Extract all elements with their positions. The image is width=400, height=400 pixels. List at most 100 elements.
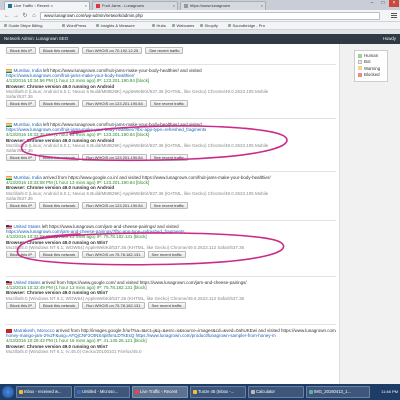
page-content: Block this IP Block this network Run WHOIS…: [0, 44, 400, 384]
run-whois-button[interactable]: Run WHOIS on 123.201.190.84: [82, 154, 147, 162]
close-window-icon[interactable]: ×: [389, 0, 399, 7]
chrome-icon: [134, 390, 139, 394]
bookmark-item[interactable]: Webcams: [172, 22, 194, 29]
bookmark-item[interactable]: Insights & Measure: [96, 22, 135, 29]
taskbar-item[interactable]: Live Traffic ‹ Recent: [132, 386, 188, 398]
traffic-entry: Marrakesh, Morocco arrived from http://i…: [6, 328, 336, 354]
window-controls: – □ ×: [367, 0, 399, 8]
legend-item: Blocked: [358, 72, 384, 78]
bookmark-item[interactable]: Shopify: [200, 22, 218, 29]
country-flag-icon: [6, 328, 12, 333]
entry-divider: [6, 276, 336, 277]
bookmark-icon: [200, 24, 203, 27]
admin-bar-user[interactable]: Howdy: [383, 34, 396, 44]
see-recent-traffic-button[interactable]: See recent traffic: [147, 250, 186, 258]
user-agent-string: Mozilla/5.0 (Windows NT 6.1; WOW64) Appl…: [6, 244, 245, 250]
taskbar-item[interactable]: Tunze 45 (Inbox -...: [190, 386, 246, 398]
traffic-entry: Mumbai, India left https://www.lunagrown…: [6, 122, 336, 162]
block-network-button[interactable]: Block this network: [39, 47, 80, 54]
home-icon[interactable]: ⌂: [30, 12, 38, 20]
forward-icon[interactable]: →: [12, 12, 20, 20]
close-tab-icon[interactable]: ×: [173, 3, 175, 8]
taskbar-item[interactable]: Inbox - received w...: [16, 386, 72, 398]
see-recent-traffic-button[interactable]: See recent traffic: [147, 301, 186, 309]
run-whois-button[interactable]: Run WHOIS on 75.78.182.131: [82, 250, 145, 258]
bookmark-icon: [62, 24, 65, 27]
live-traffic-list: Block this IP Block this network Run WHOIS…: [0, 44, 340, 384]
traffic-entry: Block this IP Block this network Run WHOIS…: [6, 46, 336, 55]
tab-live-traffic[interactable]: Live Traffic ‹ Recent × ×: [4, 1, 90, 10]
traffic-entry: Mumbai, India left https://www.lunagrown…: [6, 68, 336, 108]
user-agent-string: Safari/537.36: [6, 93, 33, 99]
navigation-bar: ← → ↻ ⌂ www.lunagrown.com/wp-admin/netwo…: [0, 10, 400, 22]
block-network-button[interactable]: Block this network: [39, 154, 80, 162]
traffic-actions: Block this IP Block this network Run WHOIS…: [6, 100, 336, 108]
bookmarks-bar: Guide Stripe Billing WordPress Insights …: [0, 22, 400, 30]
run-whois-button[interactable]: Run WHOIS on 70.192.12.25: [82, 47, 143, 54]
country-flag-icon: [6, 122, 12, 127]
entry-divider: [6, 171, 336, 172]
block-ip-button[interactable]: Block this IP: [6, 301, 37, 309]
run-whois-button[interactable]: Run WHOIS on 123.201.190.84: [82, 100, 147, 108]
image-icon: [308, 390, 313, 394]
traffic-actions: Block this IP Block this network Run WHOIS…: [6, 301, 336, 310]
see-recent-traffic-button[interactable]: See recent traffic: [149, 201, 188, 209]
traffic-actions: Block this IP Block this network Run WHOIS…: [6, 250, 336, 259]
entry-divider: [6, 118, 336, 119]
run-whois-button[interactable]: Run WHOIS on 75.78.182.131: [82, 301, 145, 309]
close-tab-icon[interactable]: ×: [261, 3, 263, 8]
see-recent-traffic-button[interactable]: See recent traffic: [149, 154, 188, 162]
page-icon: [184, 3, 188, 8]
taskbar-item[interactable]: Untitled - Microso...: [74, 386, 130, 398]
bookmark-icon: [4, 24, 7, 27]
legend-swatch: [358, 72, 362, 77]
block-network-button[interactable]: Block this network: [39, 201, 80, 209]
browser-menu-icon[interactable]: [391, 13, 397, 19]
see-recent-traffic-button[interactable]: See recent traffic: [149, 100, 188, 108]
tab-lunagrown[interactable]: https://www.lunagrown ×: [180, 1, 266, 10]
bookmark-item[interactable]: Hubs: [152, 22, 166, 29]
start-button[interactable]: [2, 386, 14, 398]
block-ip-button[interactable]: Block this IP: [6, 201, 37, 209]
bookmark-item[interactable]: Soundbridge - Pro: [228, 22, 265, 29]
browser-chrome: Live Traffic ‹ Recent × × Fruit Jams - Lu…: [0, 0, 400, 34]
country-flag-icon: [6, 175, 12, 180]
address-bar[interactable]: www.lunagrown.com/wp-admin/network/admin…: [40, 12, 380, 20]
maximize-icon[interactable]: □: [378, 0, 388, 7]
legend-swatch: [358, 66, 362, 71]
run-whois-button[interactable]: Run WHOIS on 123.201.190.84: [82, 201, 147, 209]
tab-strip: Live Traffic ‹ Recent × × Fruit Jams - Lu…: [0, 0, 400, 10]
taskbar-clock[interactable]: 11:46 PM: [372, 386, 398, 398]
block-ip-button[interactable]: Block this IP: [6, 154, 37, 162]
user-agent-string: Mozilla/5.0 (Windows NT 6.1; WOW64) Appl…: [6, 295, 245, 301]
bookmark-icon: [152, 24, 155, 27]
tab-fruit-jams[interactable]: Fruit Jams - Lunagrown ×: [92, 1, 178, 10]
taskbar-item[interactable]: IMG_20160413_1...: [306, 386, 370, 398]
back-icon[interactable]: ←: [3, 12, 11, 20]
minimize-icon[interactable]: –: [367, 0, 377, 7]
mail-icon: [18, 390, 23, 394]
word-icon: [76, 390, 81, 394]
visited-url-link[interactable]: https://www.lunagrown.com/product/lunagr…: [134, 333, 276, 338]
block-network-button[interactable]: Block this network: [39, 301, 80, 309]
see-recent-traffic-button[interactable]: See recent traffic: [145, 47, 184, 54]
block-ip-button[interactable]: Block this IP: [6, 47, 37, 54]
block-network-button[interactable]: Block this network: [39, 100, 80, 108]
traffic-actions: Block this IP Block this network Run WHOIS…: [6, 154, 336, 162]
entry-divider: [6, 324, 336, 325]
bookmark-item[interactable]: Guide Stripe Billing: [4, 22, 43, 29]
traffic-actions: Block this IP Block this network Run WHOIS…: [6, 47, 336, 55]
reload-icon[interactable]: ↻: [21, 12, 29, 20]
taskbar-item[interactable]: Calculator: [248, 386, 304, 398]
bookmark-item[interactable]: WordPress: [62, 22, 86, 29]
block-ip-button[interactable]: Block this IP: [6, 100, 37, 108]
legend-swatch: [358, 59, 362, 64]
user-agent-string: Safari/537.36: [6, 147, 33, 153]
user-agent-string: Safari/537.36: [6, 195, 33, 201]
entry-divider: [6, 220, 336, 221]
admin-bar-site[interactable]: Network Admin: Lunagrown SEO: [4, 34, 68, 44]
traffic-entry: United States arrived from https://www.g…: [6, 280, 336, 310]
close-tab-icon[interactable]: ×: [85, 3, 87, 8]
block-network-button[interactable]: Block this network: [39, 250, 80, 258]
block-ip-button[interactable]: Block this IP: [6, 250, 37, 258]
